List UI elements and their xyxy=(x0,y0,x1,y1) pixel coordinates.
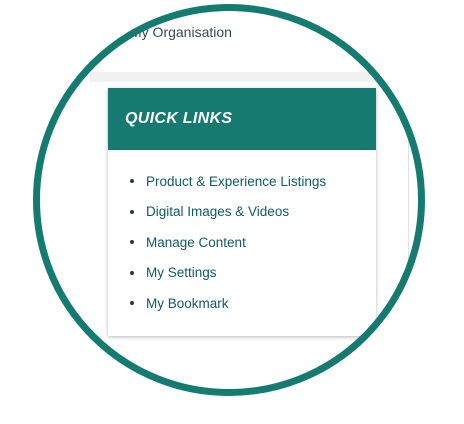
page-band xyxy=(90,72,420,82)
bullet-icon xyxy=(130,179,134,184)
bullet-icon xyxy=(130,240,134,245)
bullet-icon xyxy=(130,301,134,306)
list-item: Product & Experience Listings xyxy=(130,166,376,197)
link-manage-content[interactable]: Manage Content xyxy=(146,235,246,250)
list-item: My Bookmark xyxy=(130,288,376,319)
quick-links-card: QUICK LINKS Product & Experience Listing… xyxy=(108,88,376,336)
link-digital-images-videos[interactable]: Digital Images & Videos xyxy=(146,204,289,219)
organisation-label[interactable]: My Organisation xyxy=(130,24,232,40)
adjacent-panel-mark xyxy=(445,204,448,220)
adjacent-panel xyxy=(408,92,464,342)
list-item: My Settings xyxy=(130,258,376,289)
link-my-bookmark[interactable]: My Bookmark xyxy=(146,296,229,311)
bullet-icon xyxy=(130,209,134,214)
magnified-view: My Organisation QUICK LINKS Product & Ex… xyxy=(0,0,464,424)
background-edge xyxy=(0,0,4,14)
quick-links-list: Product & Experience Listings Digital Im… xyxy=(108,150,376,319)
quick-links-header: QUICK LINKS xyxy=(108,88,376,150)
bullet-icon xyxy=(130,270,134,275)
list-item: Manage Content xyxy=(130,227,376,258)
link-product-experience-listings[interactable]: Product & Experience Listings xyxy=(146,174,326,189)
list-item: Digital Images & Videos xyxy=(130,197,376,228)
quick-links-title: QUICK LINKS xyxy=(125,110,233,127)
link-my-settings[interactable]: My Settings xyxy=(146,265,217,280)
